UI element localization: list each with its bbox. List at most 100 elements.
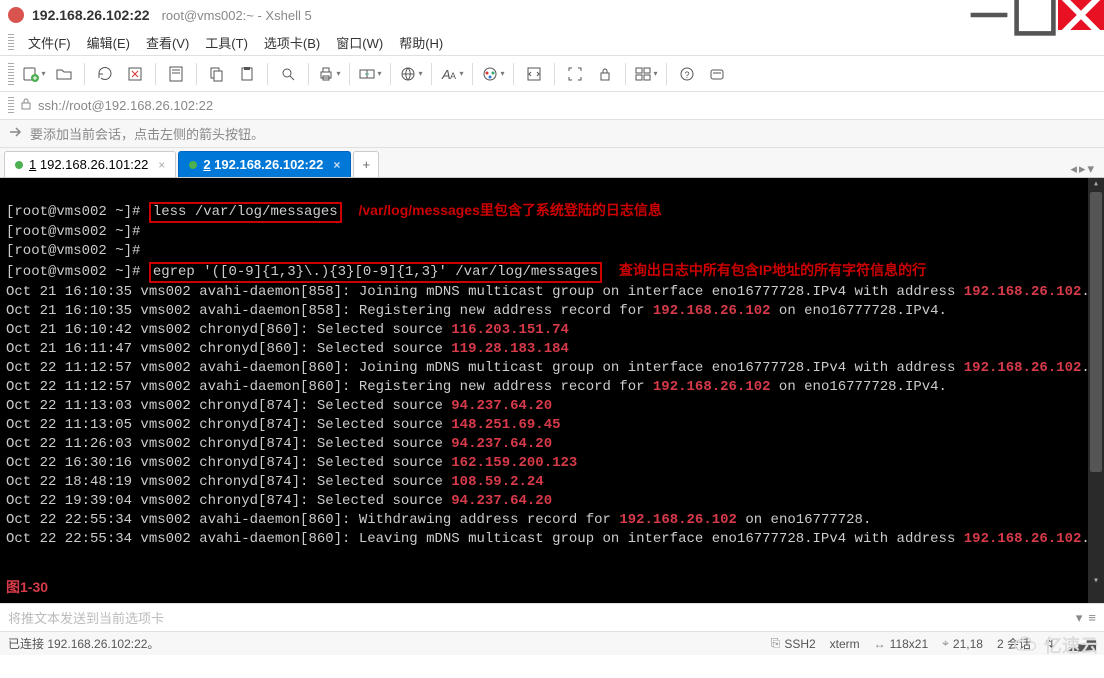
script-button[interactable] [520, 60, 548, 88]
tab-session-1[interactable]: 1 192.168.26.101:22 × [4, 151, 176, 177]
toolbar-separator [308, 63, 309, 85]
menubar-grip-icon [8, 34, 14, 52]
disconnect-button[interactable] [121, 60, 149, 88]
size-icon: ↔ [874, 637, 886, 651]
toolbar-separator [513, 63, 514, 85]
window-buttons [966, 0, 1104, 30]
status-size: ↔118x21 [874, 637, 928, 651]
new-session-button[interactable]: ▾ [20, 60, 48, 88]
toolbar-separator [554, 63, 555, 85]
toolbar-separator [666, 63, 667, 85]
hint-bar: 要添加当前会话，点击左侧的箭头按钮。 [0, 120, 1104, 148]
status-sessions: 2 会话 [997, 635, 1031, 652]
font-button[interactable]: AA▾ [438, 60, 466, 88]
menu-help[interactable]: 帮助(H) [393, 31, 449, 54]
properties-button[interactable] [162, 60, 190, 88]
tab-close-icon[interactable]: × [333, 158, 340, 172]
cursor-icon: ⌖ [942, 636, 949, 651]
tab-bar: 1 192.168.26.101:22 × 2 192.168.26.102:2… [0, 148, 1104, 178]
toolbar-separator [155, 63, 156, 85]
svg-text:?: ? [685, 70, 690, 80]
window-title-sub: root@vms002:~ - Xshell 5 [162, 8, 312, 23]
window-title-main: 192.168.26.102:22 [32, 7, 150, 23]
annotated-command-2: egrep '([0-9]{1,3}\.){3}[0-9]{1,3}' /var… [149, 262, 602, 283]
status-connection: 已连接 192.168.26.102:22。 [8, 635, 159, 652]
tab-close-icon[interactable]: × [158, 158, 165, 172]
addrbar-grip-icon [8, 97, 14, 115]
menubar: 文件(F) 编辑(E) 查看(V) 工具(T) 选项卡(B) 窗口(W) 帮助(… [0, 30, 1104, 56]
reconnect-button[interactable] [91, 60, 119, 88]
annotation-1: /var/log/messages里包含了系统登陆的日志信息 [358, 202, 661, 218]
status-ssh: ⎘SSH2 [771, 636, 816, 651]
help-button[interactable]: ? [673, 60, 701, 88]
toolbar-separator [431, 63, 432, 85]
lock-button[interactable] [591, 60, 619, 88]
tab-dropdown-icon[interactable]: ▾ [1087, 161, 1094, 177]
fullscreen-button[interactable] [561, 60, 589, 88]
transfer-button[interactable]: ▾ [356, 60, 384, 88]
terminal[interactable]: [root@vms002 ~]# less /var/log/messages … [0, 178, 1104, 603]
status-network-icon[interactable]: ▂▄▆ [1069, 637, 1096, 651]
language-button[interactable]: ▾ [397, 60, 425, 88]
prompt: [root@vms002 ~]# [6, 264, 140, 280]
add-session-arrow-icon[interactable] [8, 124, 24, 143]
paste-button[interactable] [233, 60, 261, 88]
titlebar: 192.168.26.102:22 root@vms002:~ - Xshell… [0, 0, 1104, 30]
tab-add-button[interactable]: + [353, 151, 379, 177]
compose-history-icon[interactable]: ▾ [1076, 610, 1083, 626]
terminal-scrollbar-vertical[interactable]: ▴ ▾ [1088, 178, 1104, 603]
menu-tabs[interactable]: 选项卡(B) [258, 31, 326, 54]
menu-view[interactable]: 查看(V) [140, 31, 195, 54]
tab-label: 192.168.26.102:22 [214, 157, 323, 172]
tab-next-icon[interactable]: ▸ [1079, 161, 1086, 177]
menu-file[interactable]: 文件(F) [22, 31, 77, 54]
scroll-up-icon[interactable]: ▴ [1088, 178, 1104, 192]
toolbar-separator [349, 63, 350, 85]
open-button[interactable] [50, 60, 78, 88]
annotated-command-1: less /var/log/messages [149, 202, 342, 223]
menu-tools[interactable]: 工具(T) [199, 31, 254, 54]
copy-button[interactable] [203, 60, 231, 88]
tab-prev-icon[interactable]: ◂ [1070, 161, 1077, 177]
tab-status-dot-icon [15, 161, 23, 169]
menu-edit[interactable]: 编辑(E) [81, 31, 136, 54]
layout-button[interactable]: ▾ [632, 60, 660, 88]
close-button[interactable] [1058, 0, 1104, 30]
svg-text:A: A [450, 71, 456, 81]
compose-bar[interactable]: 将推文本发送到当前选项卡 ▾ ≡ [0, 603, 1104, 631]
tab-navigation: ◂ ▸ ▾ [1064, 161, 1100, 177]
compose-placeholder: 将推文本发送到当前选项卡 [8, 608, 164, 627]
toolbar-separator [390, 63, 391, 85]
tab-index: 1 [29, 157, 36, 172]
terminal-output: Oct 21 16:10:35 vms002 avahi-daemon[858]… [6, 283, 1098, 549]
toolbar-separator [625, 63, 626, 85]
figure-label: 图1-30 [6, 578, 48, 597]
compose-menu-icon[interactable]: ≡ [1088, 610, 1096, 626]
menu-window[interactable]: 窗口(W) [330, 31, 389, 54]
print-button[interactable]: ▾ [315, 60, 343, 88]
toolbar-separator [267, 63, 268, 85]
app-logo-icon [8, 7, 24, 23]
toolbar-separator [196, 63, 197, 85]
prompt: [root@vms002 ~]# [6, 243, 140, 259]
annotation-2: 查询出日志中所有包含IP地址的所有字符信息的行 [619, 262, 926, 278]
maximize-button[interactable] [1012, 0, 1058, 30]
color-scheme-button[interactable]: ▾ [479, 60, 507, 88]
status-updown-icon[interactable]: ⇅ [1045, 637, 1055, 651]
scroll-down-icon[interactable]: ▾ [1088, 575, 1104, 589]
tab-session-2[interactable]: 2 192.168.26.102:22 × [178, 151, 351, 177]
scroll-thumb[interactable] [1090, 192, 1102, 472]
toolbar: ▾ ▾ ▾ ▾ AA▾ ▾ ▾ ? [0, 56, 1104, 92]
compose-button[interactable] [703, 60, 731, 88]
ssh-icon: ⎘ [771, 636, 781, 651]
hint-text: 要添加当前会话，点击左侧的箭头按钮。 [30, 124, 264, 143]
address-url[interactable]: ssh://root@192.168.26.102:22 [38, 98, 213, 113]
toolbar-separator [84, 63, 85, 85]
find-button[interactable] [274, 60, 302, 88]
tab-index: 2 [203, 157, 210, 172]
status-cursor-pos: ⌖21,18 [942, 636, 983, 651]
lock-icon [20, 98, 32, 113]
tab-label: 192.168.26.101:22 [40, 157, 148, 172]
status-bar: 已连接 192.168.26.102:22。 ⎘SSH2 xterm ↔118x… [0, 631, 1104, 655]
minimize-button[interactable] [966, 0, 1012, 30]
